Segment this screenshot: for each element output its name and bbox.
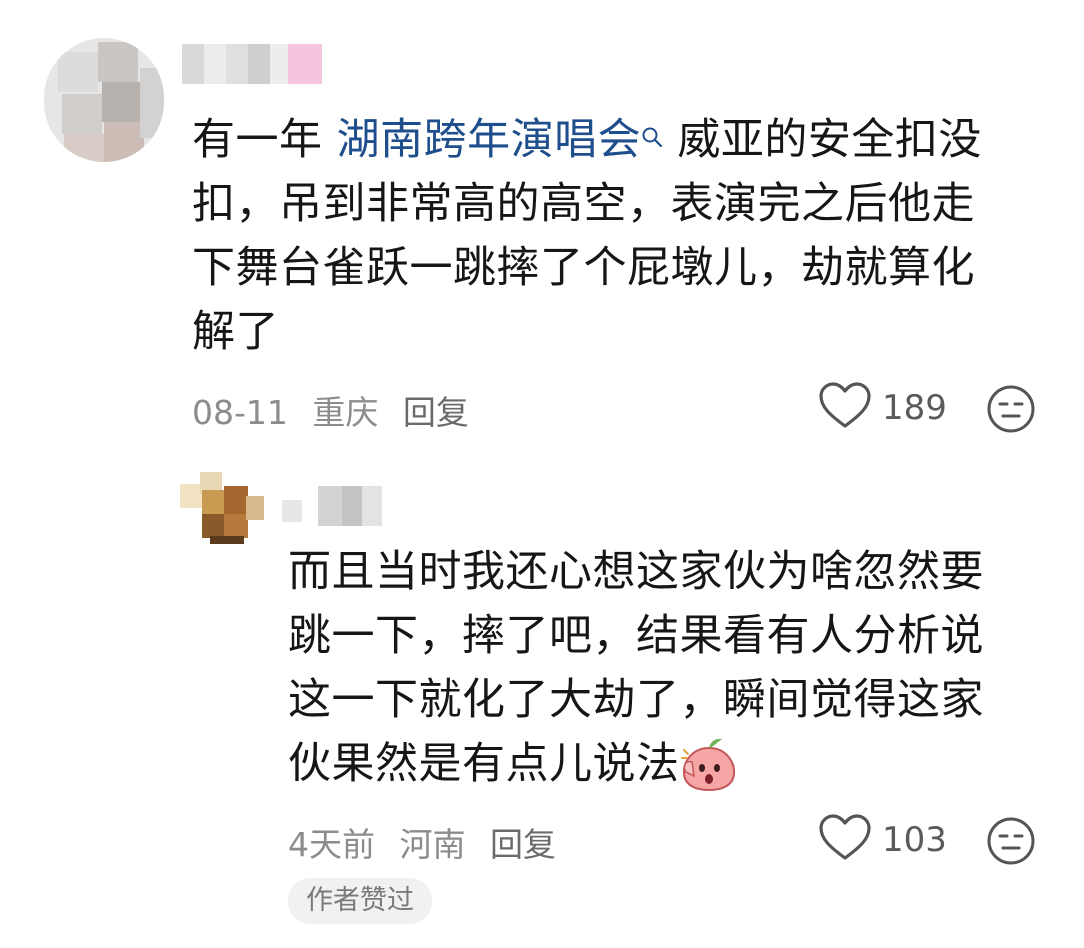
like-count: 189 xyxy=(882,388,947,428)
like-count: 103 xyxy=(882,820,947,860)
comment-location: 河南 xyxy=(399,825,466,864)
comment-date: 08-11 xyxy=(192,393,288,432)
comment-date: 4天前 xyxy=(288,825,375,864)
comment-text-segment: 有一年 xyxy=(192,115,323,165)
comment-text-line: 跳一下，摔了吧，结果看有人分析说 xyxy=(288,611,984,661)
comment-text-line: 解了 xyxy=(192,307,279,357)
comment-meta: 08-11 重庆 回复 xyxy=(192,386,483,434)
author-liked-badge: 作者赞过 xyxy=(288,878,432,924)
dislike-emoji-button[interactable] xyxy=(986,816,1036,870)
comment-text-line: 扣，吊到非常高的高空，表演完之后他走 xyxy=(192,179,975,229)
meh-face-icon xyxy=(986,385,1036,438)
username-blurred[interactable] xyxy=(182,44,322,84)
reply-text: 而且当时我还心想这家伙为啥忽然要 跳一下，摔了吧，结果看有人分析说 这一下就化了… xyxy=(288,540,984,796)
heart-icon xyxy=(818,814,872,866)
comment-text: 有一年 湖南跨年演唱会 威亚的安全扣没 扣，吊到非常高的高空，表演完之后他走 下… xyxy=(192,108,982,364)
comment-text-segment: 伙果然是有点儿说法 xyxy=(288,739,680,789)
reply-button[interactable]: 回复 xyxy=(403,393,469,432)
like-button[interactable]: 103 xyxy=(818,814,947,866)
reply-button[interactable]: 回复 xyxy=(490,825,556,864)
search-icon[interactable] xyxy=(641,102,663,166)
avatar[interactable] xyxy=(180,472,264,544)
comment-location: 重庆 xyxy=(312,393,379,432)
comment-text-line: 下舞台雀跃一跳摔了个屁墩儿，劫就算化 xyxy=(192,243,975,293)
meh-face-icon xyxy=(986,817,1036,870)
like-button[interactable]: 189 xyxy=(818,382,947,434)
peach-shocked-emoji xyxy=(680,736,738,810)
comment-meta: 4天前 河南 回复 xyxy=(288,818,570,866)
comment-text-segment: 威亚的安全扣没 xyxy=(677,115,982,165)
comment-text-line: 这一下就化了大劫了，瞬间觉得这家 xyxy=(288,675,984,725)
topic-link[interactable]: 湖南跨年演唱会 xyxy=(337,115,642,165)
heart-icon xyxy=(818,382,872,434)
username-blurred[interactable] xyxy=(282,486,382,526)
avatar[interactable] xyxy=(44,38,164,162)
dislike-emoji-button[interactable] xyxy=(986,384,1036,438)
comment-text-line: 而且当时我还心想这家伙为啥忽然要 xyxy=(288,547,984,597)
